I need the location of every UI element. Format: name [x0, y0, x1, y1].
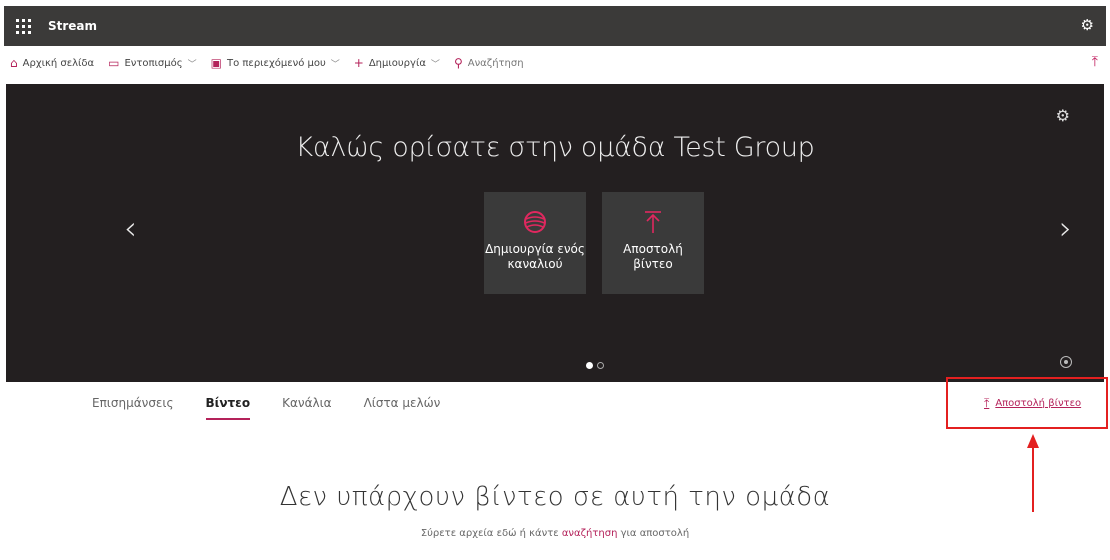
- create-channel-label: Δημιουργία ενός καναλιού: [485, 242, 585, 271]
- nav-discover[interactable]: ▭ Εντοπισμός ﹀: [108, 57, 197, 70]
- upload-icon: [602, 210, 704, 236]
- browse-link[interactable]: αναζήτηση: [562, 528, 618, 539]
- create-channel-tile[interactable]: Δημιουργία ενός καναλιού: [484, 192, 586, 294]
- upload-video-link-label: Αποστολή βίντεο: [995, 398, 1082, 409]
- tab-highlights[interactable]: Επισημάνσεις: [92, 396, 174, 422]
- hero-title: Καλώς ορίσατε στην ομάδα Test Group: [295, 132, 815, 163]
- nav-create-label: Δημιουργία: [368, 57, 426, 69]
- search-input[interactable]: Αναζήτηση: [468, 58, 524, 69]
- empty-state-text-before: Σύρετε αρχεία εδώ ή κάντε: [420, 528, 562, 539]
- chevron-down-icon: ﹀: [430, 59, 440, 70]
- hero-settings-gear-icon[interactable]: ⚙: [1056, 106, 1070, 125]
- tab-videos[interactable]: Βίντεο: [205, 396, 250, 422]
- upload-icon[interactable]: ⤒: [1092, 54, 1098, 70]
- upload-icon: ⤒: [984, 396, 990, 410]
- carousel-pause-icon[interactable]: [1060, 356, 1072, 368]
- nav-search[interactable]: ⚲ Αναζήτηση: [454, 57, 524, 69]
- settings-gear-icon[interactable]: ⚙: [1081, 18, 1094, 33]
- channel-icon: [484, 210, 586, 236]
- app-launcher-icon[interactable]: [10, 13, 36, 39]
- nav-home-label: Αρχική σελίδα: [22, 57, 95, 69]
- nav-home[interactable]: ⌂ Αρχική σελίδα: [10, 57, 94, 69]
- upload-video-tile[interactable]: Αποστολή βίντεο: [602, 192, 704, 294]
- group-tabs: Επισημάνσεις Βίντεο Κανάλια Λίστα μελών: [92, 396, 472, 422]
- upload-video-label: Αποστολή βίντεο: [623, 242, 683, 271]
- carousel-dot-1[interactable]: [586, 362, 593, 369]
- nav-my-content-label: Το περιεχόμενό μου: [226, 57, 326, 69]
- empty-state-title: Δεν υπάρχουν βίντεο σε αυτή την ομάδα: [279, 482, 831, 512]
- search-icon: ⚲: [453, 56, 463, 70]
- nav-create[interactable]: + Δημιουργία ﹀: [354, 57, 440, 70]
- discover-icon: ▭: [108, 56, 120, 70]
- carousel-prev-icon[interactable]: ‹: [124, 212, 137, 244]
- carousel-dot-2[interactable]: [597, 362, 604, 369]
- nav-discover-label: Εντοπισμός: [124, 57, 183, 69]
- home-icon: ⌂: [10, 56, 18, 70]
- chevron-down-icon: ﹀: [187, 59, 197, 70]
- upload-video-link[interactable]: ⤒ Αποστολή βίντεο: [984, 396, 1081, 411]
- hero-banner: Καλώς ορίσατε στην ομάδα Test Group ⚙ ‹ …: [6, 84, 1104, 382]
- my-content-icon: ▣: [210, 56, 222, 70]
- tab-members[interactable]: Λίστα μελών: [364, 396, 441, 422]
- chevron-down-icon: ﹀: [330, 59, 340, 70]
- app-name[interactable]: Stream: [48, 19, 97, 33]
- suite-bar: Stream ⚙: [0, 0, 1110, 46]
- plus-icon: +: [353, 56, 364, 70]
- empty-state-subtitle: Σύρετε αρχεία εδώ ή κάντε αναζήτηση για …: [0, 528, 1110, 539]
- nav-bar: ⌂ Αρχική σελίδα ▭ Εντοπισμός ﹀ ▣ Το περι…: [0, 50, 1110, 76]
- carousel-dots: [586, 362, 604, 369]
- suite-bar-inner: Stream ⚙: [4, 6, 1106, 46]
- tab-channels[interactable]: Κανάλια: [282, 396, 331, 422]
- empty-state-text-after: για αποστολή: [617, 528, 690, 539]
- nav-my-content[interactable]: ▣ Το περιεχόμενό μου ﹀: [211, 57, 340, 70]
- carousel-next-icon[interactable]: ›: [1059, 212, 1072, 244]
